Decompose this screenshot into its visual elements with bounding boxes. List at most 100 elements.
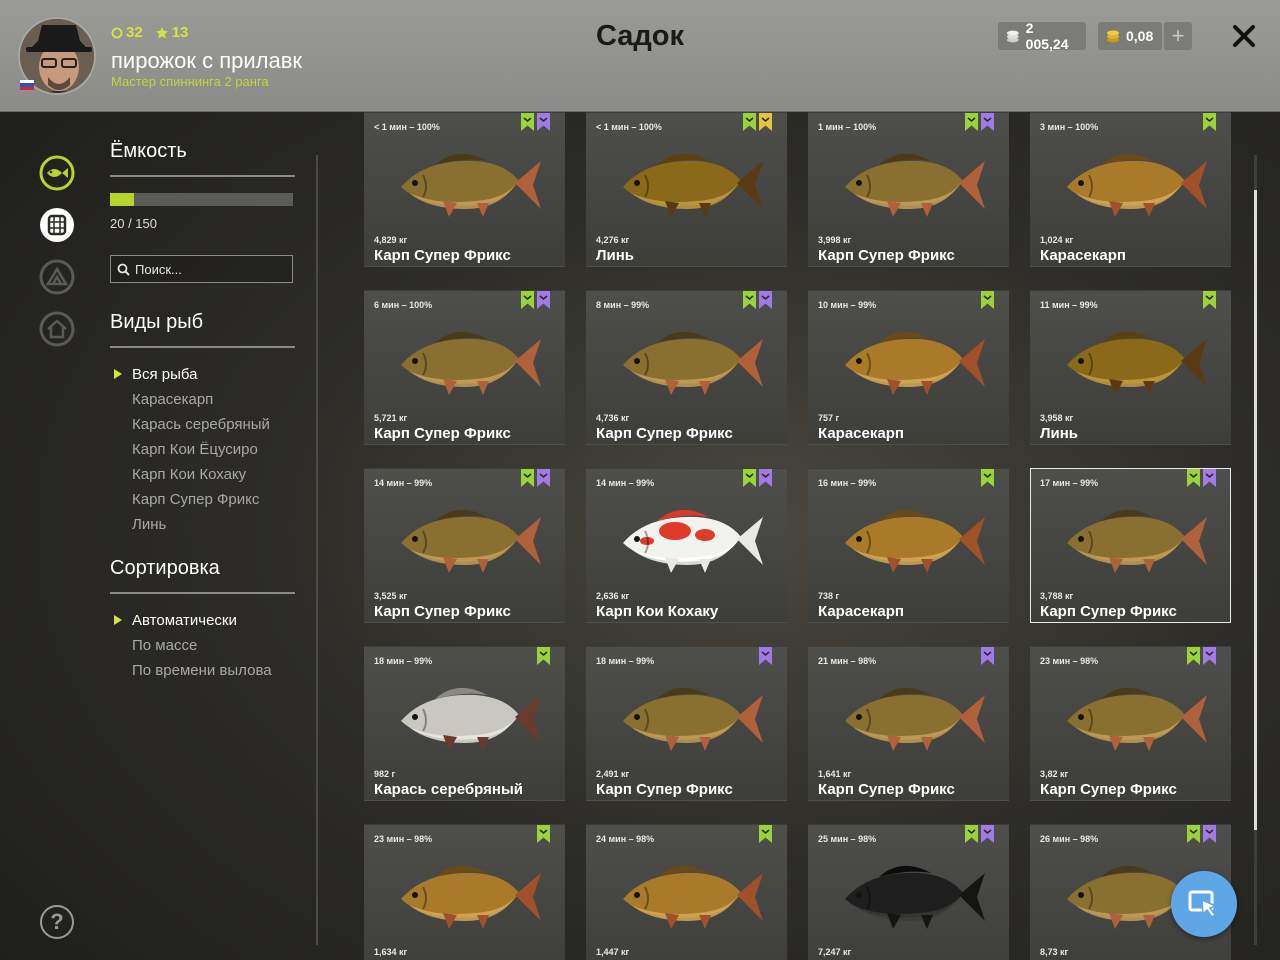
fish-card[interactable]: 6 мин – 100% 5,721 кг Карп Супер Фрикс bbox=[364, 290, 565, 445]
keepnet-fish-tab[interactable] bbox=[38, 154, 76, 192]
catch-time: 10 мин – 99% bbox=[818, 300, 877, 310]
green-bookmark-icon bbox=[1203, 113, 1216, 131]
sort-list: Автоматически По массе По времени вылова bbox=[110, 608, 295, 683]
fish-badges bbox=[521, 469, 550, 487]
stars-value: 13 bbox=[171, 24, 189, 41]
fish-card[interactable]: 16 мин – 99% 738 г Карасекарп bbox=[808, 468, 1009, 623]
fish-card[interactable]: 23 мин – 98% 1,634 кг bbox=[364, 824, 565, 960]
fish-card[interactable]: 1 мин – 100% 3,998 кг Карп Супер Фрикс bbox=[808, 112, 1009, 267]
fish-weight: 1,641 кг bbox=[818, 769, 852, 779]
level-ring-icon bbox=[111, 27, 123, 38]
purple-bookmark-icon bbox=[537, 113, 550, 131]
fish-badges bbox=[965, 825, 994, 843]
sort-option-item[interactable]: По массе bbox=[110, 633, 295, 658]
silver-coins-icon bbox=[1006, 30, 1019, 43]
fish-weight: 4,829 кг bbox=[374, 235, 408, 245]
species-filter-item[interactable]: Карасекарп bbox=[110, 387, 295, 412]
top-bar: 32 13 пирожок с прилавк Мастер спиннинга… bbox=[0, 0, 1280, 112]
catch-time: 16 мин – 99% bbox=[818, 478, 877, 488]
fish-card[interactable]: 17 мин – 99% 3,788 кг Карп Супер Фрикс bbox=[1030, 468, 1231, 623]
tent-tab[interactable] bbox=[38, 258, 76, 296]
catch-time: 3 мин – 100% bbox=[1040, 122, 1099, 132]
species-filter-item[interactable]: Карп Кои Ёцусиро bbox=[110, 437, 295, 462]
keepnet-tab[interactable] bbox=[38, 206, 76, 244]
capacity-title: Ёмкость bbox=[110, 140, 295, 177]
house-icon bbox=[39, 311, 75, 347]
sort-option-item[interactable]: Автоматически bbox=[110, 608, 295, 633]
fish-card[interactable]: 24 мин – 98% 1,447 кг bbox=[586, 824, 787, 960]
sort-option-item[interactable]: По времени вылова bbox=[110, 658, 295, 683]
fish-card[interactable]: < 1 мин – 100% 4,276 кг Линь bbox=[586, 112, 787, 267]
fish-name: Карп Супер Фрикс bbox=[374, 247, 511, 264]
player-name: пирожок с прилавк bbox=[111, 48, 303, 73]
catch-time: 8 мин – 99% bbox=[596, 300, 650, 310]
fish-image bbox=[845, 865, 985, 929]
species-filter-item[interactable]: Вся рыба bbox=[110, 362, 295, 387]
species-filter-item[interactable]: Линь bbox=[110, 512, 295, 537]
star-icon bbox=[155, 26, 168, 38]
scrollbar-thumb[interactable] bbox=[1254, 190, 1257, 830]
fish-image bbox=[845, 153, 985, 217]
fish-card[interactable]: 11 мин – 99% 3,958 кг Линь bbox=[1030, 290, 1231, 445]
fish-image bbox=[401, 153, 541, 217]
cursor-icon bbox=[1188, 890, 1219, 919]
fish-badges bbox=[537, 647, 550, 665]
fish-name: Линь bbox=[596, 247, 635, 264]
fish-card[interactable]: 10 мин – 99% 757 г Карасекарп bbox=[808, 290, 1009, 445]
cursor-mode-button[interactable] bbox=[1171, 871, 1237, 937]
purple-bookmark-icon bbox=[537, 291, 550, 309]
fish-weight: 1,447 кг bbox=[596, 947, 630, 957]
search-icon bbox=[117, 263, 130, 276]
green-bookmark-icon bbox=[521, 291, 534, 309]
species-filter-item[interactable]: Карась серебряный bbox=[110, 412, 295, 437]
purple-bookmark-icon bbox=[981, 647, 994, 665]
fish-badges bbox=[981, 647, 994, 665]
fish-weight: 2,636 кг bbox=[596, 591, 630, 601]
species-filter-item[interactable]: Карп Супер Фрикс bbox=[110, 487, 295, 512]
fish-weight: 7,247 кг bbox=[818, 947, 852, 957]
fish-card[interactable]: 21 мин – 98% 1,641 кг Карп Супер Фрикс bbox=[808, 646, 1009, 801]
catch-time: 11 мин – 99% bbox=[1040, 300, 1098, 310]
fish-weight: 3,525 кг bbox=[374, 591, 408, 601]
fish-card[interactable]: 14 мин – 99% 2,636 кг Карп Кои Кохаку bbox=[586, 468, 787, 623]
capacity-bar bbox=[110, 193, 293, 206]
green-bookmark-icon bbox=[965, 113, 978, 131]
fish-image bbox=[401, 687, 541, 751]
catch-time: 14 мин – 99% bbox=[596, 478, 655, 488]
fish-badges bbox=[759, 825, 772, 843]
fish-card[interactable]: 18 мин – 99% 982 г Карась серебряный bbox=[364, 646, 565, 801]
fish-card[interactable]: < 1 мин – 100% 4,829 кг Карп Супер Фрикс bbox=[364, 112, 565, 267]
green-bookmark-icon bbox=[743, 291, 756, 309]
house-tab[interactable] bbox=[38, 310, 76, 348]
fish-image bbox=[401, 865, 541, 929]
fish-image bbox=[623, 865, 763, 929]
fish-name: Карп Супер Фрикс bbox=[374, 603, 511, 620]
close-button[interactable] bbox=[1230, 22, 1258, 50]
fish-badges bbox=[1187, 469, 1216, 487]
help-button[interactable]: ? bbox=[40, 905, 74, 939]
purple-bookmark-icon bbox=[1203, 647, 1216, 665]
catch-time: 1 мин – 100% bbox=[818, 122, 877, 132]
fish-badges bbox=[981, 291, 994, 309]
green-bookmark-icon bbox=[1187, 647, 1200, 665]
fish-weight: 1,634 кг bbox=[374, 947, 408, 957]
fish-card[interactable]: 23 мин – 98% 3,82 кг Карп Супер Фрикс bbox=[1030, 646, 1231, 801]
green-bookmark-icon bbox=[521, 469, 534, 487]
fish-badges bbox=[1203, 113, 1216, 131]
fish-name: Карп Супер Фрикс bbox=[596, 425, 733, 442]
fish-badges bbox=[521, 113, 550, 131]
fish-image bbox=[1067, 153, 1207, 217]
gold-balance: 0,08 bbox=[1098, 22, 1162, 50]
fish-card[interactable]: 18 мин – 99% 2,491 кг Карп Супер Фрикс bbox=[586, 646, 787, 801]
species-filter-item[interactable]: Карп Кои Кохаку bbox=[110, 462, 295, 487]
search-field[interactable]: Поиск... bbox=[110, 255, 293, 283]
add-currency-button[interactable]: + bbox=[1164, 22, 1192, 50]
fish-card[interactable]: 3 мин – 100% 1,024 кг Карасекарп bbox=[1030, 112, 1231, 267]
fish-card[interactable]: 8 мин – 99% 4,736 кг Карп Супер Фрикс bbox=[586, 290, 787, 445]
fish-weight: 2,491 кг bbox=[596, 769, 630, 779]
keepnet-icon bbox=[40, 208, 74, 242]
fish-card[interactable]: 25 мин – 98% 7,247 кг bbox=[808, 824, 1009, 960]
fish-card[interactable]: 14 мин – 99% 3,525 кг Карп Супер Фрикс bbox=[364, 468, 565, 623]
green-bookmark-icon bbox=[537, 647, 550, 665]
fish-weight: 4,276 кг bbox=[596, 235, 630, 245]
